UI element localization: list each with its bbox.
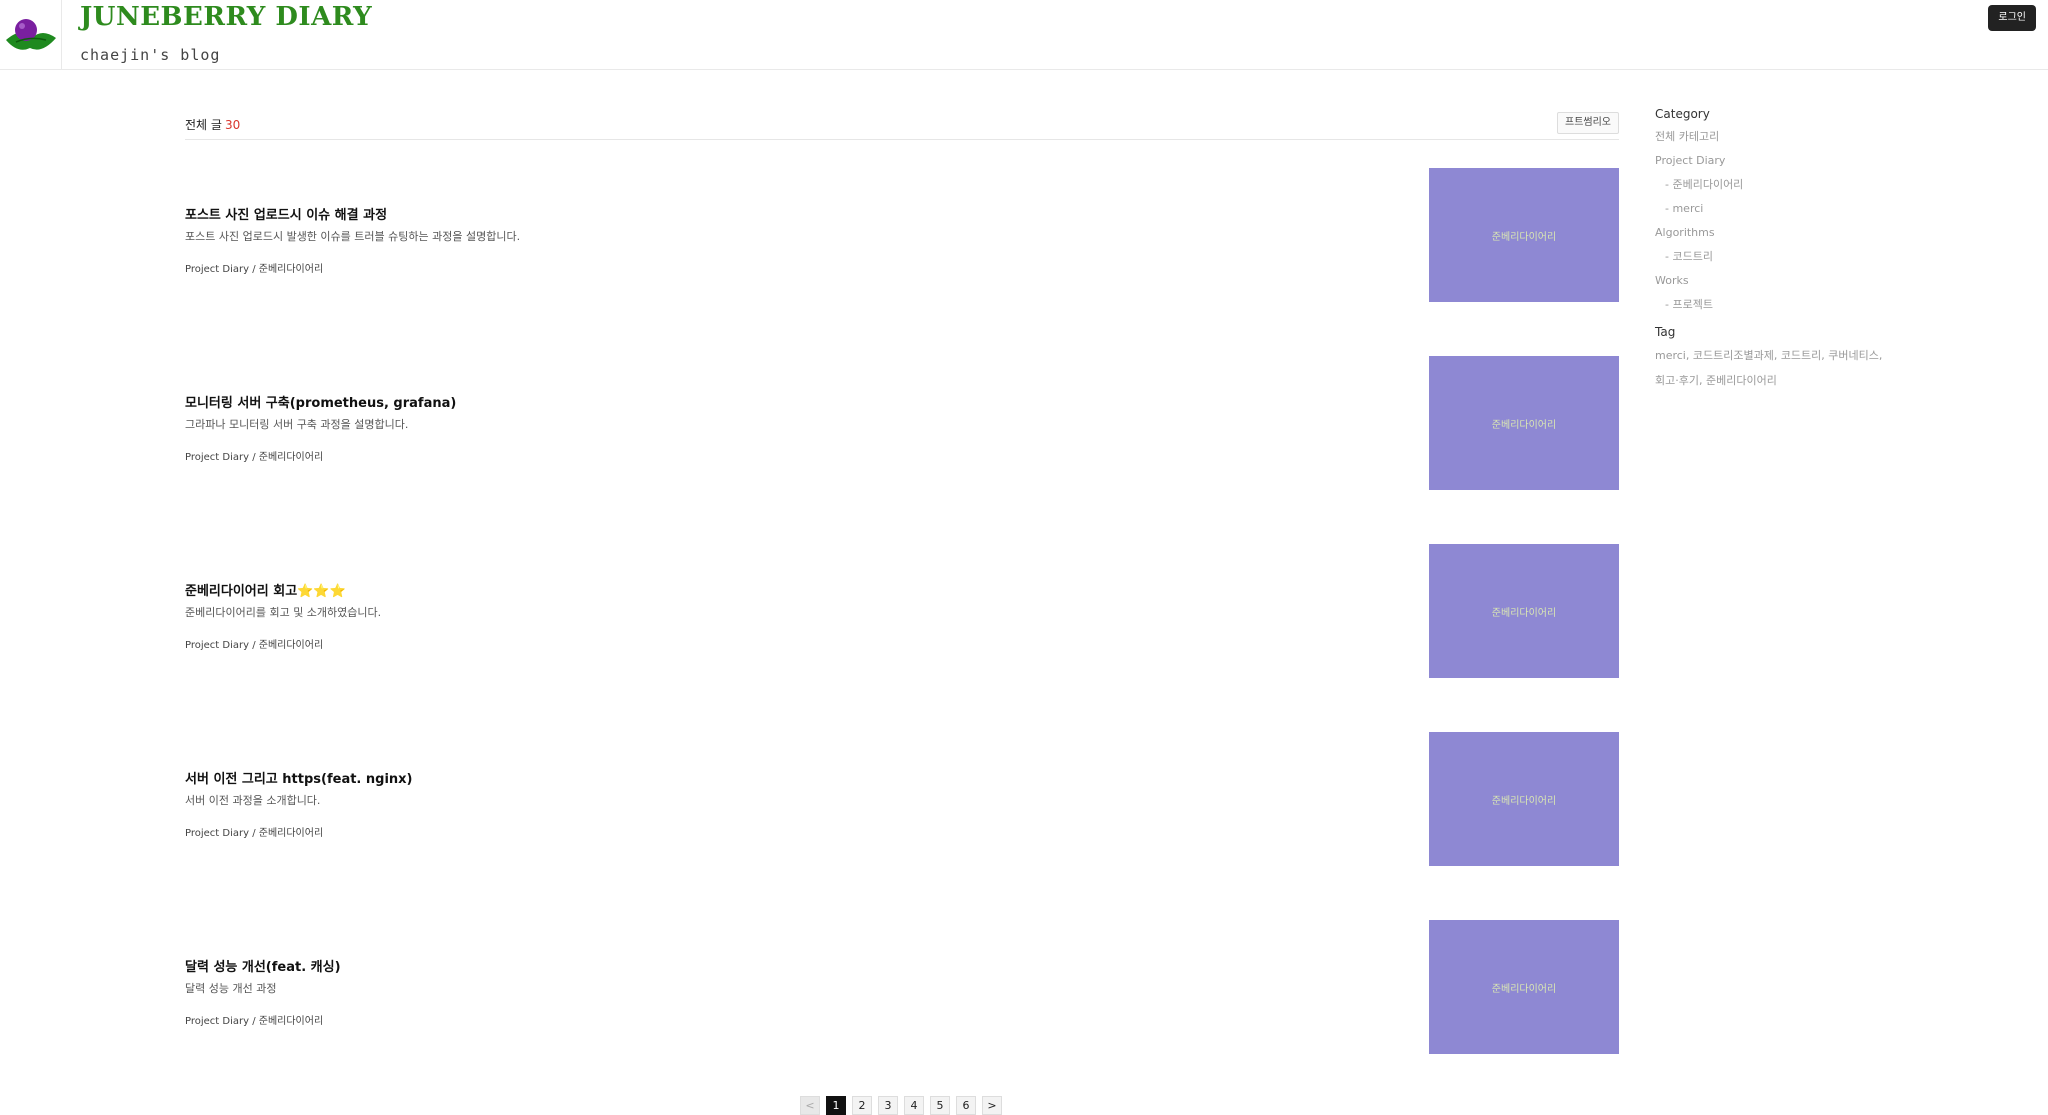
post-thumbnail[interactable]: 준베리다이어리 <box>1429 168 1619 302</box>
next-page-button[interactable]: > <box>982 1096 1002 1115</box>
category-all[interactable]: 전체 카테고리 <box>1655 125 1915 149</box>
post-item[interactable]: 포스트 사진 업로드시 이슈 해결 과정 포스트 사진 업로드시 발생한 이슈를… <box>185 168 1619 302</box>
total-count: 30 <box>224 118 241 132</box>
login-button[interactable]: 로그인 <box>1988 5 2036 31</box>
pagination: < 1 2 3 4 5 6 > <box>800 1096 1002 1115</box>
post-summary: 달력 성능 개선 과정 <box>185 982 277 995</box>
thumbnail-text: 준베리다이어리 <box>1491 983 1557 995</box>
site-header: JUNEBERRY DIARY chaejin's blog 로그인 <box>0 0 2048 70</box>
view-toggle-button[interactable]: 프트썸리오 <box>1557 112 1619 134</box>
post-title[interactable]: 포스트 사진 업로드시 이슈 해결 과정 <box>185 204 387 223</box>
page-button-6[interactable]: 6 <box>956 1096 976 1115</box>
category-heading: Category <box>1655 107 1710 121</box>
berry-leaf-icon <box>6 19 56 50</box>
prev-page-button[interactable]: < <box>800 1096 820 1115</box>
post-item[interactable]: 서버 이전 그리고 https(feat. nginx) 서버 이전 과정을 소… <box>185 732 1619 866</box>
post-thumbnail[interactable]: 준베리다이어리 <box>1429 356 1619 490</box>
category-codetree[interactable]: - 코드트리 <box>1655 245 1915 269</box>
post-thumbnail[interactable]: 준베리다이어리 <box>1429 732 1619 866</box>
post-summary: 서버 이전 과정을 소개합니다. <box>185 794 321 807</box>
post-thumbnail[interactable]: 준베리다이어리 <box>1429 544 1619 678</box>
thumbnail-text: 준베리다이어리 <box>1491 419 1557 431</box>
post-list: 전체 글 30 프트썸리오 포스트 사진 업로드시 이슈 해결 과정 포스트 사진… <box>185 104 1619 1054</box>
post-item[interactable]: 달력 성능 개선(feat. 캐싱) 달력 성능 개선 과정 Project D… <box>185 920 1619 1054</box>
tag-heading: Tag <box>1655 325 1676 339</box>
post-category[interactable]: Project Diary / 준베리다이어리 <box>185 1012 323 1027</box>
post-title[interactable]: 서버 이전 그리고 https(feat. nginx) <box>185 768 413 787</box>
post-summary: 그라파나 모니터링 서버 구축 과정을 설명합니다. <box>185 418 409 431</box>
category-group-algorithms[interactable]: Algorithms <box>1655 221 1915 245</box>
page-button-5[interactable]: 5 <box>930 1096 950 1115</box>
page-button-2[interactable]: 2 <box>852 1096 872 1115</box>
post-summary: 준베리다이어리를 회고 및 소개하였습니다. <box>185 606 382 619</box>
post-category[interactable]: Project Diary / 준베리다이어리 <box>185 260 323 275</box>
category-project[interactable]: - 프로젝트 <box>1655 293 1915 317</box>
site-title[interactable]: JUNEBERRY DIARY <box>80 2 372 32</box>
total-posts-label: 전체 글 30 <box>185 116 240 133</box>
page-button-1[interactable]: 1 <box>826 1096 846 1115</box>
total-label-text: 전체 글 <box>185 118 222 132</box>
post-category[interactable]: Project Diary / 준베리다이어리 <box>185 636 323 651</box>
post-title[interactable]: 모니터링 서버 구축(prometheus, grafana) <box>185 392 456 411</box>
post-item[interactable]: 모니터링 서버 구축(prometheus, grafana) 그라파나 모니터… <box>185 356 1619 490</box>
post-category[interactable]: Project Diary / 준베리다이어리 <box>185 448 323 463</box>
post-title[interactable]: 준베리다이어리 회고⭐⭐⭐ <box>185 580 346 599</box>
post-summary: 포스트 사진 업로드시 발생한 이슈를 트러블 슈팅하는 과정을 설명합니다. <box>185 230 521 243</box>
post-item[interactable]: 준베리다이어리 회고⭐⭐⭐ 준베리다이어리를 회고 및 소개하였습니다. Pro… <box>185 544 1619 678</box>
post-category[interactable]: Project Diary / 준베리다이어리 <box>185 824 323 839</box>
tag-list[interactable]: merci, 코드트리조별과제, 코드트리, 쿠버네티스, 회고·후기, 준베리… <box>1655 343 1885 393</box>
category-group-works[interactable]: Works <box>1655 269 1915 293</box>
thumbnail-text: 준베리다이어리 <box>1491 795 1557 807</box>
category-merci[interactable]: - merci <box>1655 197 1915 221</box>
thumbnail-text: 준베리다이어리 <box>1491 231 1557 243</box>
sidebar: Category 전체 카테고리 Project Diary - 준베리다이어리… <box>1655 103 1915 393</box>
list-header: 전체 글 30 프트썸리오 <box>185 104 1619 140</box>
post-title[interactable]: 달력 성능 개선(feat. 캐싱) <box>185 956 341 975</box>
category-juneberry-diary[interactable]: - 준베리다이어리 <box>1655 173 1915 197</box>
site-logo[interactable] <box>0 0 62 70</box>
page-button-3[interactable]: 3 <box>878 1096 898 1115</box>
category-group-project-diary[interactable]: Project Diary <box>1655 149 1915 173</box>
post-thumbnail[interactable]: 준베리다이어리 <box>1429 920 1619 1054</box>
thumbnail-text: 준베리다이어리 <box>1491 607 1557 619</box>
site-subtitle: chaejin's blog <box>80 46 221 64</box>
page-button-4[interactable]: 4 <box>904 1096 924 1115</box>
